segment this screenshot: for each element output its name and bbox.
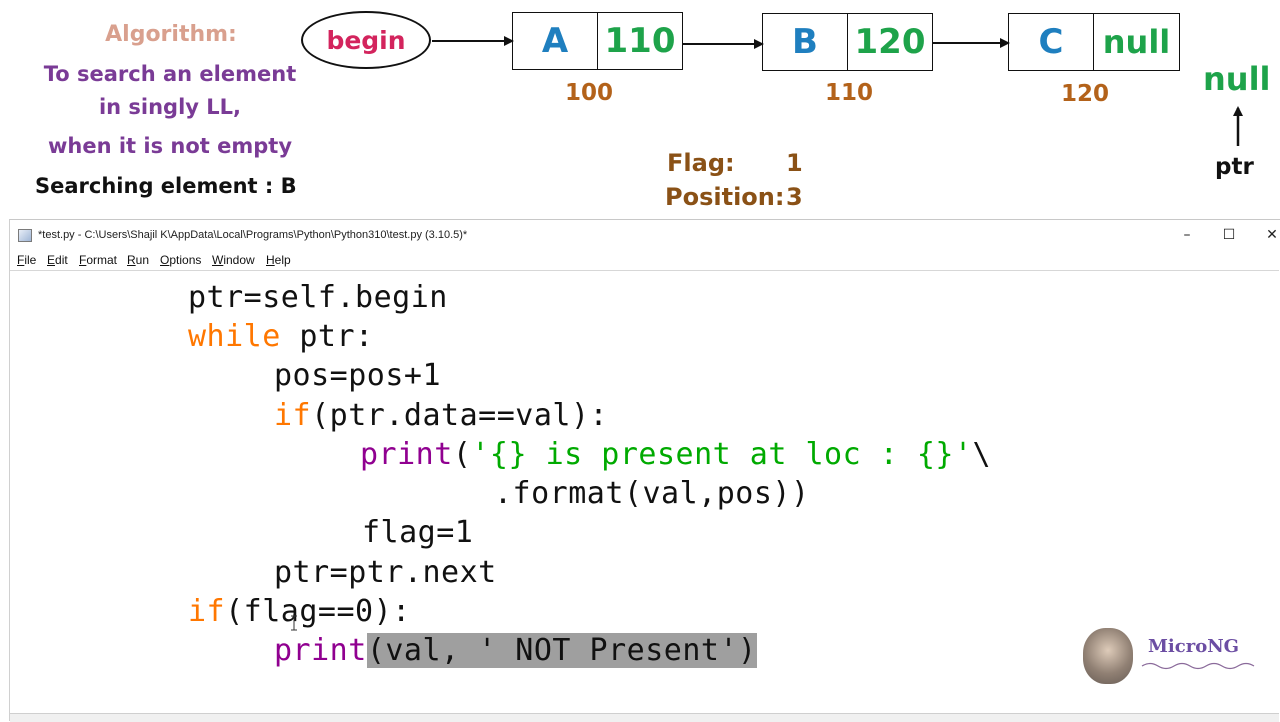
builtin-print: print bbox=[360, 437, 453, 472]
menu-run[interactable]: Run bbox=[127, 253, 149, 267]
code-text: pos=pos+1 bbox=[274, 358, 442, 393]
channel-logo: MicroNG bbox=[1148, 636, 1240, 657]
node-c: C null bbox=[1008, 13, 1180, 71]
presenter-avatar bbox=[1083, 628, 1133, 684]
node-c-address: 120 bbox=[1060, 81, 1109, 107]
menu-edit[interactable]: Edit bbox=[47, 253, 68, 267]
list-end-null: null bbox=[1203, 60, 1271, 98]
channel-tagline-decoration bbox=[1140, 660, 1260, 670]
code-line[interactable]: if(flag==0): bbox=[188, 594, 411, 630]
menu-options-label: ptions bbox=[169, 253, 202, 267]
node-a-next: 110 bbox=[604, 21, 676, 61]
maximize-button[interactable]: ☐ bbox=[1209, 222, 1249, 248]
keyword-while: while bbox=[188, 319, 281, 354]
begin-pointer: begin bbox=[301, 11, 431, 69]
code-line[interactable]: if(ptr.data==val): bbox=[274, 398, 608, 434]
node-c-next: null bbox=[1102, 23, 1171, 61]
menu-options-mnemonic: O bbox=[160, 253, 170, 267]
code-text: .format(val,pos)) bbox=[494, 476, 810, 511]
code-text: \ bbox=[972, 437, 992, 472]
menu-file[interactable]: File bbox=[17, 253, 36, 267]
code-line[interactable]: pos=pos+1 bbox=[274, 358, 441, 394]
position-label: Position: bbox=[665, 183, 785, 211]
code-line[interactable]: .format(val,pos)) bbox=[494, 476, 810, 512]
code-text: flag=1 bbox=[362, 515, 474, 550]
menu-bar: File Edit Format Run Options Window Help bbox=[10, 250, 1280, 270]
flag-label: Flag: bbox=[667, 149, 735, 177]
window-titlebar[interactable]: *test.py - C:\Users\Shajil K\AppData\Loc… bbox=[10, 220, 1280, 250]
node-b-data: B bbox=[763, 14, 848, 70]
menu-edit-mnemonic: E bbox=[47, 253, 56, 267]
lecture-slide: Algorithm: To search an element in singl… bbox=[0, 0, 1280, 218]
code-line[interactable]: ptr=ptr.next bbox=[274, 555, 497, 591]
menu-options[interactable]: Options bbox=[160, 253, 201, 267]
string-literal: '{} is present at loc : {}' bbox=[471, 437, 973, 472]
menu-help-mnemonic: H bbox=[266, 253, 275, 267]
selected-text: (val, ' NOT Present') bbox=[366, 633, 757, 668]
menu-window-mnemonic: W bbox=[212, 253, 224, 267]
node-b: B 120 bbox=[762, 13, 933, 71]
builtin-print: print bbox=[274, 633, 367, 668]
code-line[interactable]: ptr=self.begin bbox=[188, 280, 448, 316]
code-text: ptr: bbox=[280, 319, 374, 354]
ptr-label: ptr bbox=[1215, 154, 1254, 180]
code-text: ( bbox=[452, 437, 472, 472]
code-line[interactable]: flag=1 bbox=[362, 515, 473, 551]
menu-file-label: ile bbox=[24, 253, 37, 267]
node-c-data: C bbox=[1009, 14, 1094, 70]
node-a-data: A bbox=[513, 13, 598, 69]
keyword-if: if bbox=[188, 594, 226, 629]
menu-format[interactable]: Format bbox=[79, 253, 117, 267]
code-line[interactable]: print('{} is present at loc : {}'\ bbox=[360, 437, 991, 473]
menu-edit-label: dit bbox=[55, 253, 68, 267]
code-line[interactable]: print(val, ' NOT Present') bbox=[274, 633, 757, 669]
node-b-address: 110 bbox=[824, 80, 873, 106]
menu-run-label: un bbox=[135, 253, 150, 267]
menu-run-mnemonic: R bbox=[127, 253, 136, 267]
code-line[interactable]: while ptr: bbox=[188, 319, 374, 355]
python-file-icon bbox=[18, 229, 32, 242]
position-value: 3 bbox=[786, 183, 803, 211]
minimize-button[interactable]: – bbox=[1167, 222, 1207, 248]
code-text: ptr=self.begin bbox=[188, 280, 448, 315]
text-cursor-icon bbox=[291, 615, 297, 631]
code-text: (flag==0): bbox=[225, 594, 411, 629]
node-b-next: 120 bbox=[854, 22, 926, 62]
node-a-address: 100 bbox=[564, 80, 613, 106]
menu-window[interactable]: Window bbox=[212, 253, 255, 267]
window-title: *test.py - C:\Users\Shajil K\AppData\Loc… bbox=[38, 229, 468, 241]
tagline-squiggle-icon bbox=[1141, 662, 1255, 670]
menu-window-label: indow bbox=[223, 253, 255, 267]
keyword-if: if bbox=[274, 398, 312, 433]
menu-format-label: ormat bbox=[86, 253, 118, 267]
flag-value: 1 bbox=[786, 149, 803, 177]
code-text: ptr=ptr.next bbox=[274, 555, 497, 590]
close-button[interactable]: ✕ bbox=[1252, 222, 1280, 248]
menu-help[interactable]: Help bbox=[266, 253, 291, 267]
node-a: A 110 bbox=[512, 12, 683, 70]
status-bar bbox=[10, 713, 1279, 722]
menu-help-label: elp bbox=[274, 253, 291, 267]
code-text: (ptr.data==val): bbox=[311, 398, 609, 433]
